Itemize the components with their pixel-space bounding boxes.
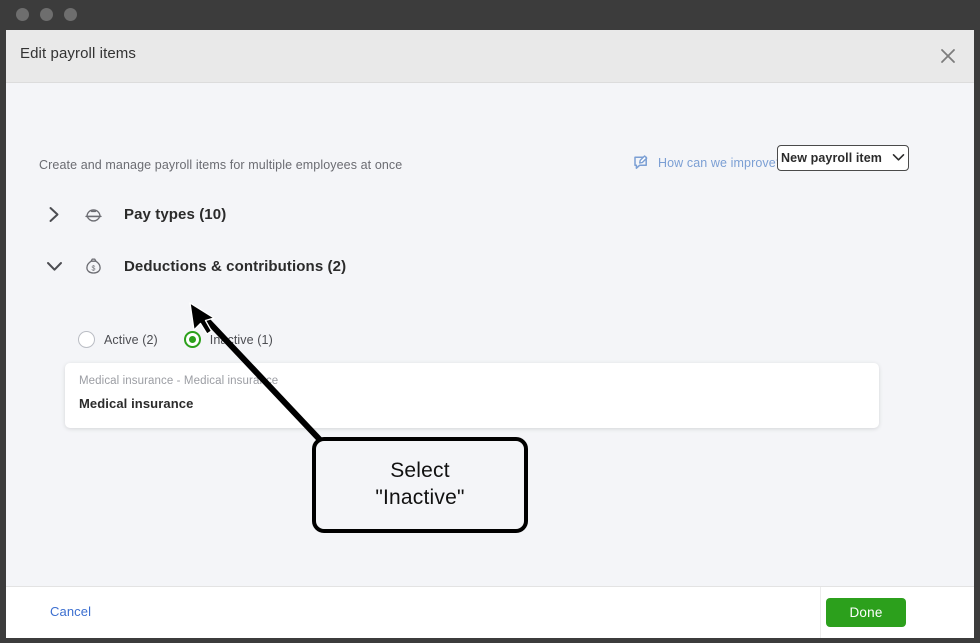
footer-divider [820,587,821,638]
section-deductions-label: Deductions & contributions (2) [124,257,347,275]
chevron-right-icon[interactable] [44,204,64,224]
modal-header: Edit payroll items [6,30,974,83]
feedback-comment-edit-icon [633,154,650,171]
payroll-item-title: Medical insurance [79,396,194,411]
hard-hat-icon [82,203,104,225]
section-pay-types[interactable]: Pay types (10) [44,203,226,225]
svg-text:$: $ [91,265,95,272]
window-minimize-dot[interactable] [40,8,53,21]
radio-dot-inactive[interactable] [183,331,201,348]
money-bag-dollar-icon: $ [82,255,104,277]
section-pay-types-label: Pay types (10) [124,205,227,223]
modal-subtitle: Create and manage payroll items for mult… [39,158,403,172]
window-close-dot[interactable] [16,8,29,21]
status-filter-radio-group: Active (2) Inactive (1) [78,331,273,348]
chevron-down-icon[interactable] [44,256,64,276]
section-deductions-contributions[interactable]: $ Deductions & contributions (2) [44,255,346,277]
window-titlebar [0,0,980,30]
radio-label-active: Active (2) [104,332,158,347]
payroll-item-subtitle: Medical insurance - Medical insurance [79,375,279,387]
modal-footer: Cancel Done [6,586,974,638]
new-payroll-item-label: New payroll item [781,151,882,165]
how-can-we-improve-label: How can we improve? [658,155,783,170]
payroll-item-card[interactable]: Medical insurance - Medical insurance Me… [65,363,879,428]
close-icon[interactable] [934,42,962,70]
radio-option-inactive[interactable]: Inactive (1) [183,331,273,348]
cancel-button[interactable]: Cancel [50,604,91,619]
modal-title: Edit payroll items [20,45,137,62]
radio-dot-active[interactable] [78,331,95,348]
window-maximize-dot[interactable] [64,8,77,21]
edit-payroll-items-modal: Edit payroll items Create and manage pay… [6,30,974,638]
how-can-we-improve-link[interactable]: How can we improve? [633,154,783,171]
app-window: Edit payroll items Create and manage pay… [0,0,980,643]
modal-body: Create and manage payroll items for mult… [6,83,974,586]
chevron-down-icon [892,149,905,167]
new-payroll-item-button[interactable]: New payroll item [777,145,909,171]
radio-option-active[interactable]: Active (2) [78,331,158,348]
done-button[interactable]: Done [826,598,906,627]
radio-label-inactive: Inactive (1) [209,332,273,347]
